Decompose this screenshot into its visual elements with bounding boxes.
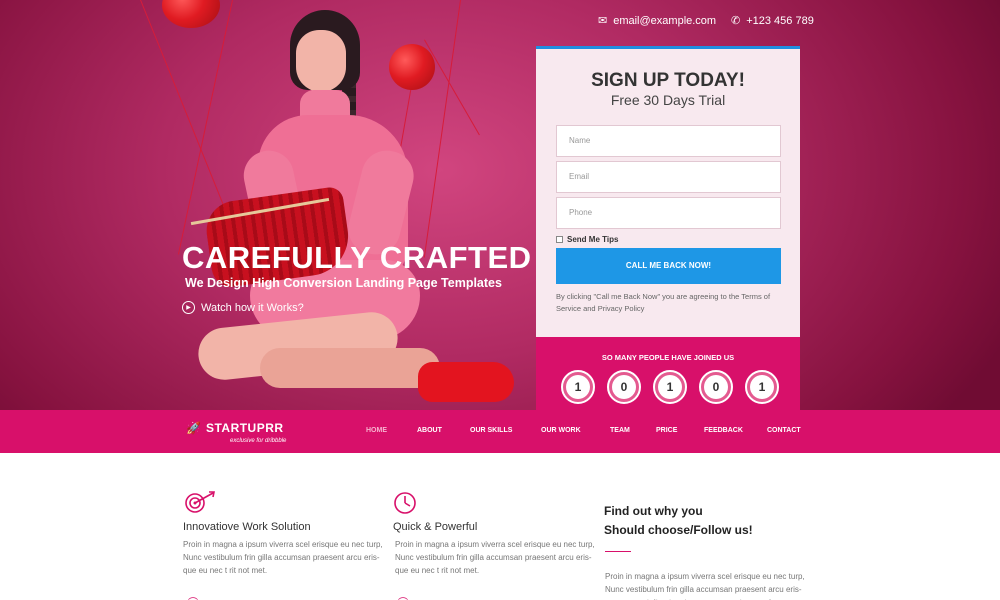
header-phone[interactable]: ✆ +123 456 789 [731, 15, 814, 27]
nav-home[interactable]: HOME [366, 427, 387, 434]
counter-digits: 1 0 1 0 1 [561, 370, 779, 404]
email-text: email@example.com [613, 15, 717, 27]
watch-video-link[interactable]: ▶ Watch how it Works? [182, 301, 304, 314]
nav-about[interactable]: ABOUT [417, 427, 442, 434]
phone-text: +123 456 789 [746, 15, 814, 27]
send-tips-option[interactable]: Send Me Tips [556, 235, 618, 244]
hero-title: CAREFULLY CRAFTED [182, 240, 532, 275]
counter-digit: 0 [607, 370, 641, 404]
hero-woman-image [180, 0, 540, 410]
joined-label: SO MANY PEOPLE HAVE JOINED US [601, 353, 735, 362]
target-arrow-icon [185, 491, 215, 513]
counter-digit: 1 [561, 370, 595, 404]
why-title-line-2: Should choose/Follow us! [604, 523, 753, 537]
joined-counter: SO MANY PEOPLE HAVE JOINED US 1 0 1 0 1 [536, 337, 800, 413]
signup-subtitle: Free 30 Days Trial [610, 92, 726, 108]
nav-contact[interactable]: CONTACT [767, 427, 801, 434]
feature-title: Innovatiove Work Solution [183, 521, 311, 533]
why-choose-text: Proin in magna a ipsum viverra scel eris… [605, 572, 805, 600]
hero-subtitle: We Design High Conversion Landing Page T… [185, 276, 502, 290]
clock-icon [394, 492, 416, 514]
feature-icon-peek: ⌒ [398, 594, 408, 600]
main-navbar: 🚀 STARTUPRR exclusive for dribbble HOME … [0, 410, 1000, 453]
signup-title: SIGN UP TODAY! [591, 70, 745, 91]
counter-digit: 0 [699, 370, 733, 404]
phone-field[interactable]: Phone [556, 197, 781, 229]
nav-feedback[interactable]: FEEDBACK [704, 427, 743, 434]
counter-digit: 1 [745, 370, 779, 404]
send-tips-checkbox[interactable] [556, 236, 563, 243]
signup-card: SIGN UP TODAY! Free 30 Days Trial Name E… [536, 46, 800, 413]
call-me-back-button[interactable]: CALL ME BACK NOW! [556, 248, 781, 284]
brand-logo[interactable]: 🚀 STARTUPRR [186, 421, 284, 435]
nav-our-skills[interactable]: OUR SKILLS [470, 427, 512, 434]
why-choose-title: Find out why you Should choose/Follow us… [604, 502, 753, 540]
watch-label: Watch how it Works? [201, 301, 304, 314]
brand-tagline: exclusive for dribbble [230, 438, 287, 444]
feature-icon-peek: ⌒ [188, 594, 198, 600]
name-placeholder: Name [569, 136, 591, 145]
phone-placeholder: Phone [569, 208, 593, 217]
email-field[interactable]: Email [556, 161, 781, 193]
play-icon: ▶ [182, 301, 195, 314]
terms-text: By clicking "Call me Back Now" you are a… [556, 292, 771, 313]
why-title-line-1: Find out why you [604, 504, 703, 518]
send-tips-label: Send Me Tips [567, 235, 619, 244]
rocket-icon: 🚀 [186, 421, 201, 435]
phone-icon: ✆ [731, 14, 741, 27]
feature-title: Quick & Powerful [393, 521, 478, 533]
envelope-icon: ✉ [598, 14, 608, 27]
hero-section: ✉ email@example.com ✆ +123 456 789 CAREF… [0, 0, 1000, 410]
header-email[interactable]: ✉ email@example.com [598, 15, 716, 27]
counter-digit: 1 [653, 370, 687, 404]
brand-name: STARTUPRR [205, 421, 284, 435]
feature-text: Proin in magna a ipsum viverra scel eris… [395, 540, 595, 575]
email-placeholder: Email [569, 172, 590, 181]
nav-price[interactable]: PRICE [656, 427, 677, 434]
nav-team[interactable]: TEAM [610, 427, 630, 434]
section-divider [605, 551, 631, 552]
name-field[interactable]: Name [556, 125, 781, 157]
nav-our-work[interactable]: OUR WORK [541, 427, 581, 434]
feature-text: Proin in magna a ipsum viverra scel eris… [183, 540, 383, 575]
